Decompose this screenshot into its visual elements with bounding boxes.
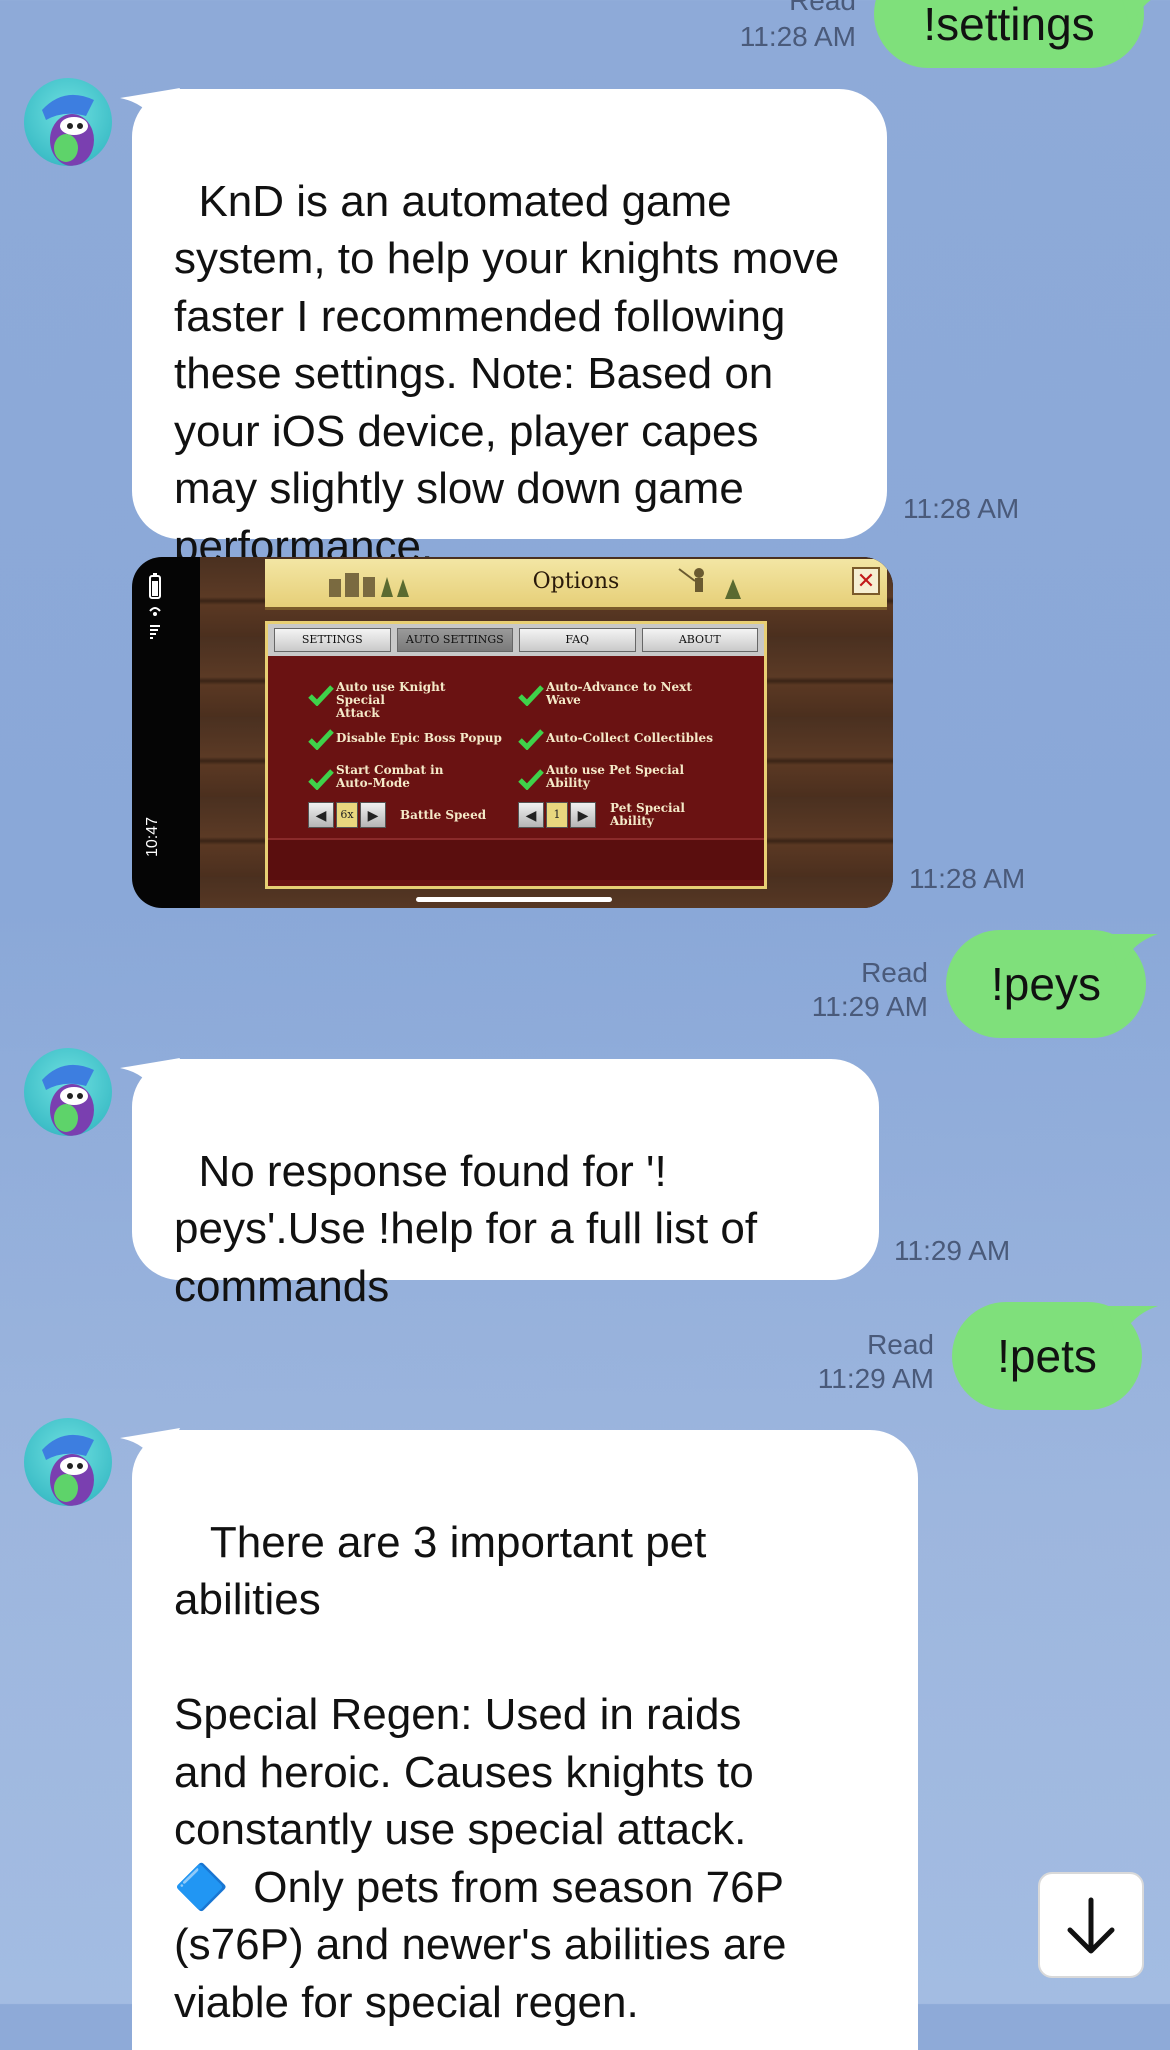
- message-text: !pets: [997, 1330, 1097, 1382]
- tab-about[interactable]: ABOUT: [641, 628, 758, 652]
- tab-faq[interactable]: FAQ: [519, 628, 636, 652]
- bot-avatar-icon: [42, 1064, 94, 1136]
- message-text: !peys: [991, 958, 1101, 1010]
- outgoing-message-bubble[interactable]: !settings: [874, 0, 1144, 68]
- message-text: No response found for '! peys'.Use !help…: [174, 1146, 758, 1311]
- tab-settings[interactable]: SETTINGS: [274, 628, 391, 652]
- option-auto-collect-collectibles[interactable]: Auto-Collect Collectibles: [546, 732, 736, 745]
- checkmark-icon[interactable]: [308, 768, 334, 790]
- message-time: 11:29 AM: [811, 991, 928, 1022]
- knight-decoration-icon: [678, 568, 741, 599]
- decrease-pet-special-button[interactable]: ◀: [518, 802, 544, 828]
- read-receipt: Read: [867, 1329, 934, 1360]
- decrease-speed-button[interactable]: ◀: [308, 802, 334, 828]
- checkmark-icon[interactable]: [308, 684, 334, 706]
- incoming-message-bubble[interactable]: KnD is an automated game system, to help…: [132, 89, 887, 571]
- shared-screenshot-image[interactable]: 10:47 Options ✕ SETTINGS AUTO SETTINGS F…: [132, 557, 893, 908]
- home-indicator: [416, 897, 612, 902]
- battery-icon: [149, 573, 161, 599]
- checkmark-icon[interactable]: [308, 728, 334, 750]
- tab-auto-settings[interactable]: AUTO SETTINGS: [396, 628, 513, 652]
- bot-avatar[interactable]: [24, 78, 112, 166]
- pet-special-label: Pet Special Ability: [610, 801, 685, 828]
- option-start-combat-auto[interactable]: Start Combat in Auto-Mode: [336, 764, 496, 790]
- message-time: 11:28 AM: [909, 863, 1026, 894]
- bot-avatar-icon: [42, 94, 94, 166]
- tab-bar: SETTINGS AUTO SETTINGS FAQ ABOUT: [268, 624, 764, 656]
- bot-avatar[interactable]: [24, 1418, 112, 1506]
- panel-footer-band: [268, 838, 764, 880]
- bot-avatar[interactable]: [24, 1048, 112, 1136]
- battle-speed-stepper[interactable]: ◀ 6x ▶: [308, 802, 386, 828]
- option-auto-advance-wave[interactable]: Auto-Advance to Next Wave: [546, 681, 716, 707]
- phone-status-bar: 10:47: [132, 557, 200, 908]
- option-disable-epic-boss-popup[interactable]: Disable Epic Boss Popup: [336, 732, 506, 745]
- signal-icon: [150, 625, 160, 639]
- increase-pet-special-button[interactable]: ▶: [570, 802, 596, 828]
- message-text: !settings: [923, 0, 1095, 50]
- battle-speed-value: 6x: [336, 802, 358, 828]
- option-auto-knight-special[interactable]: Auto use Knight Special Attack: [336, 681, 496, 720]
- read-receipt: Read: [789, 0, 856, 16]
- bubble-tail: [1108, 1306, 1158, 1346]
- message-text: There are 3 important pet abilities Spec…: [174, 1517, 787, 2027]
- increase-speed-button[interactable]: ▶: [360, 802, 386, 828]
- options-title: Options: [532, 569, 620, 594]
- close-options-button[interactable]: ✕: [852, 567, 880, 595]
- battle-speed-label: Battle Speed: [400, 808, 487, 822]
- settings-panel: SETTINGS AUTO SETTINGS FAQ ABOUT Auto us…: [265, 621, 767, 889]
- arrow-down-icon: [1067, 1897, 1115, 1954]
- bubble-tail: [1122, 0, 1151, 30]
- message-text: KnD is an automated game system, to help…: [174, 176, 852, 571]
- incoming-message-bubble[interactable]: No response found for '! peys'.Use !help…: [132, 1059, 879, 1311]
- option-auto-pet-special[interactable]: Auto use Pet Special Ability: [546, 764, 716, 790]
- message-time: 11:29 AM: [817, 1363, 934, 1394]
- options-header: Options ✕: [265, 559, 887, 610]
- message-time: 11:29 AM: [894, 1235, 1011, 1266]
- read-receipt: Read: [861, 957, 928, 988]
- scroll-to-bottom-button[interactable]: [1038, 1872, 1144, 1978]
- checkmark-icon[interactable]: [518, 768, 544, 790]
- wifi-icon: [149, 607, 161, 616]
- message-time: 11:28 AM: [903, 493, 1020, 524]
- incoming-message-bubble[interactable]: There are 3 important pet abilities Spec…: [132, 1430, 918, 2050]
- message-time: 11:28 AM: [739, 21, 856, 52]
- status-time: 10:47: [144, 816, 161, 857]
- checkmark-icon[interactable]: [518, 728, 544, 750]
- bubble-tail: [1108, 934, 1158, 974]
- pet-special-stepper[interactable]: ◀ 1 ▶: [518, 802, 596, 828]
- checkmark-icon[interactable]: [518, 684, 544, 706]
- bot-avatar-icon: [42, 1434, 94, 1506]
- pet-special-value: 1: [546, 802, 568, 828]
